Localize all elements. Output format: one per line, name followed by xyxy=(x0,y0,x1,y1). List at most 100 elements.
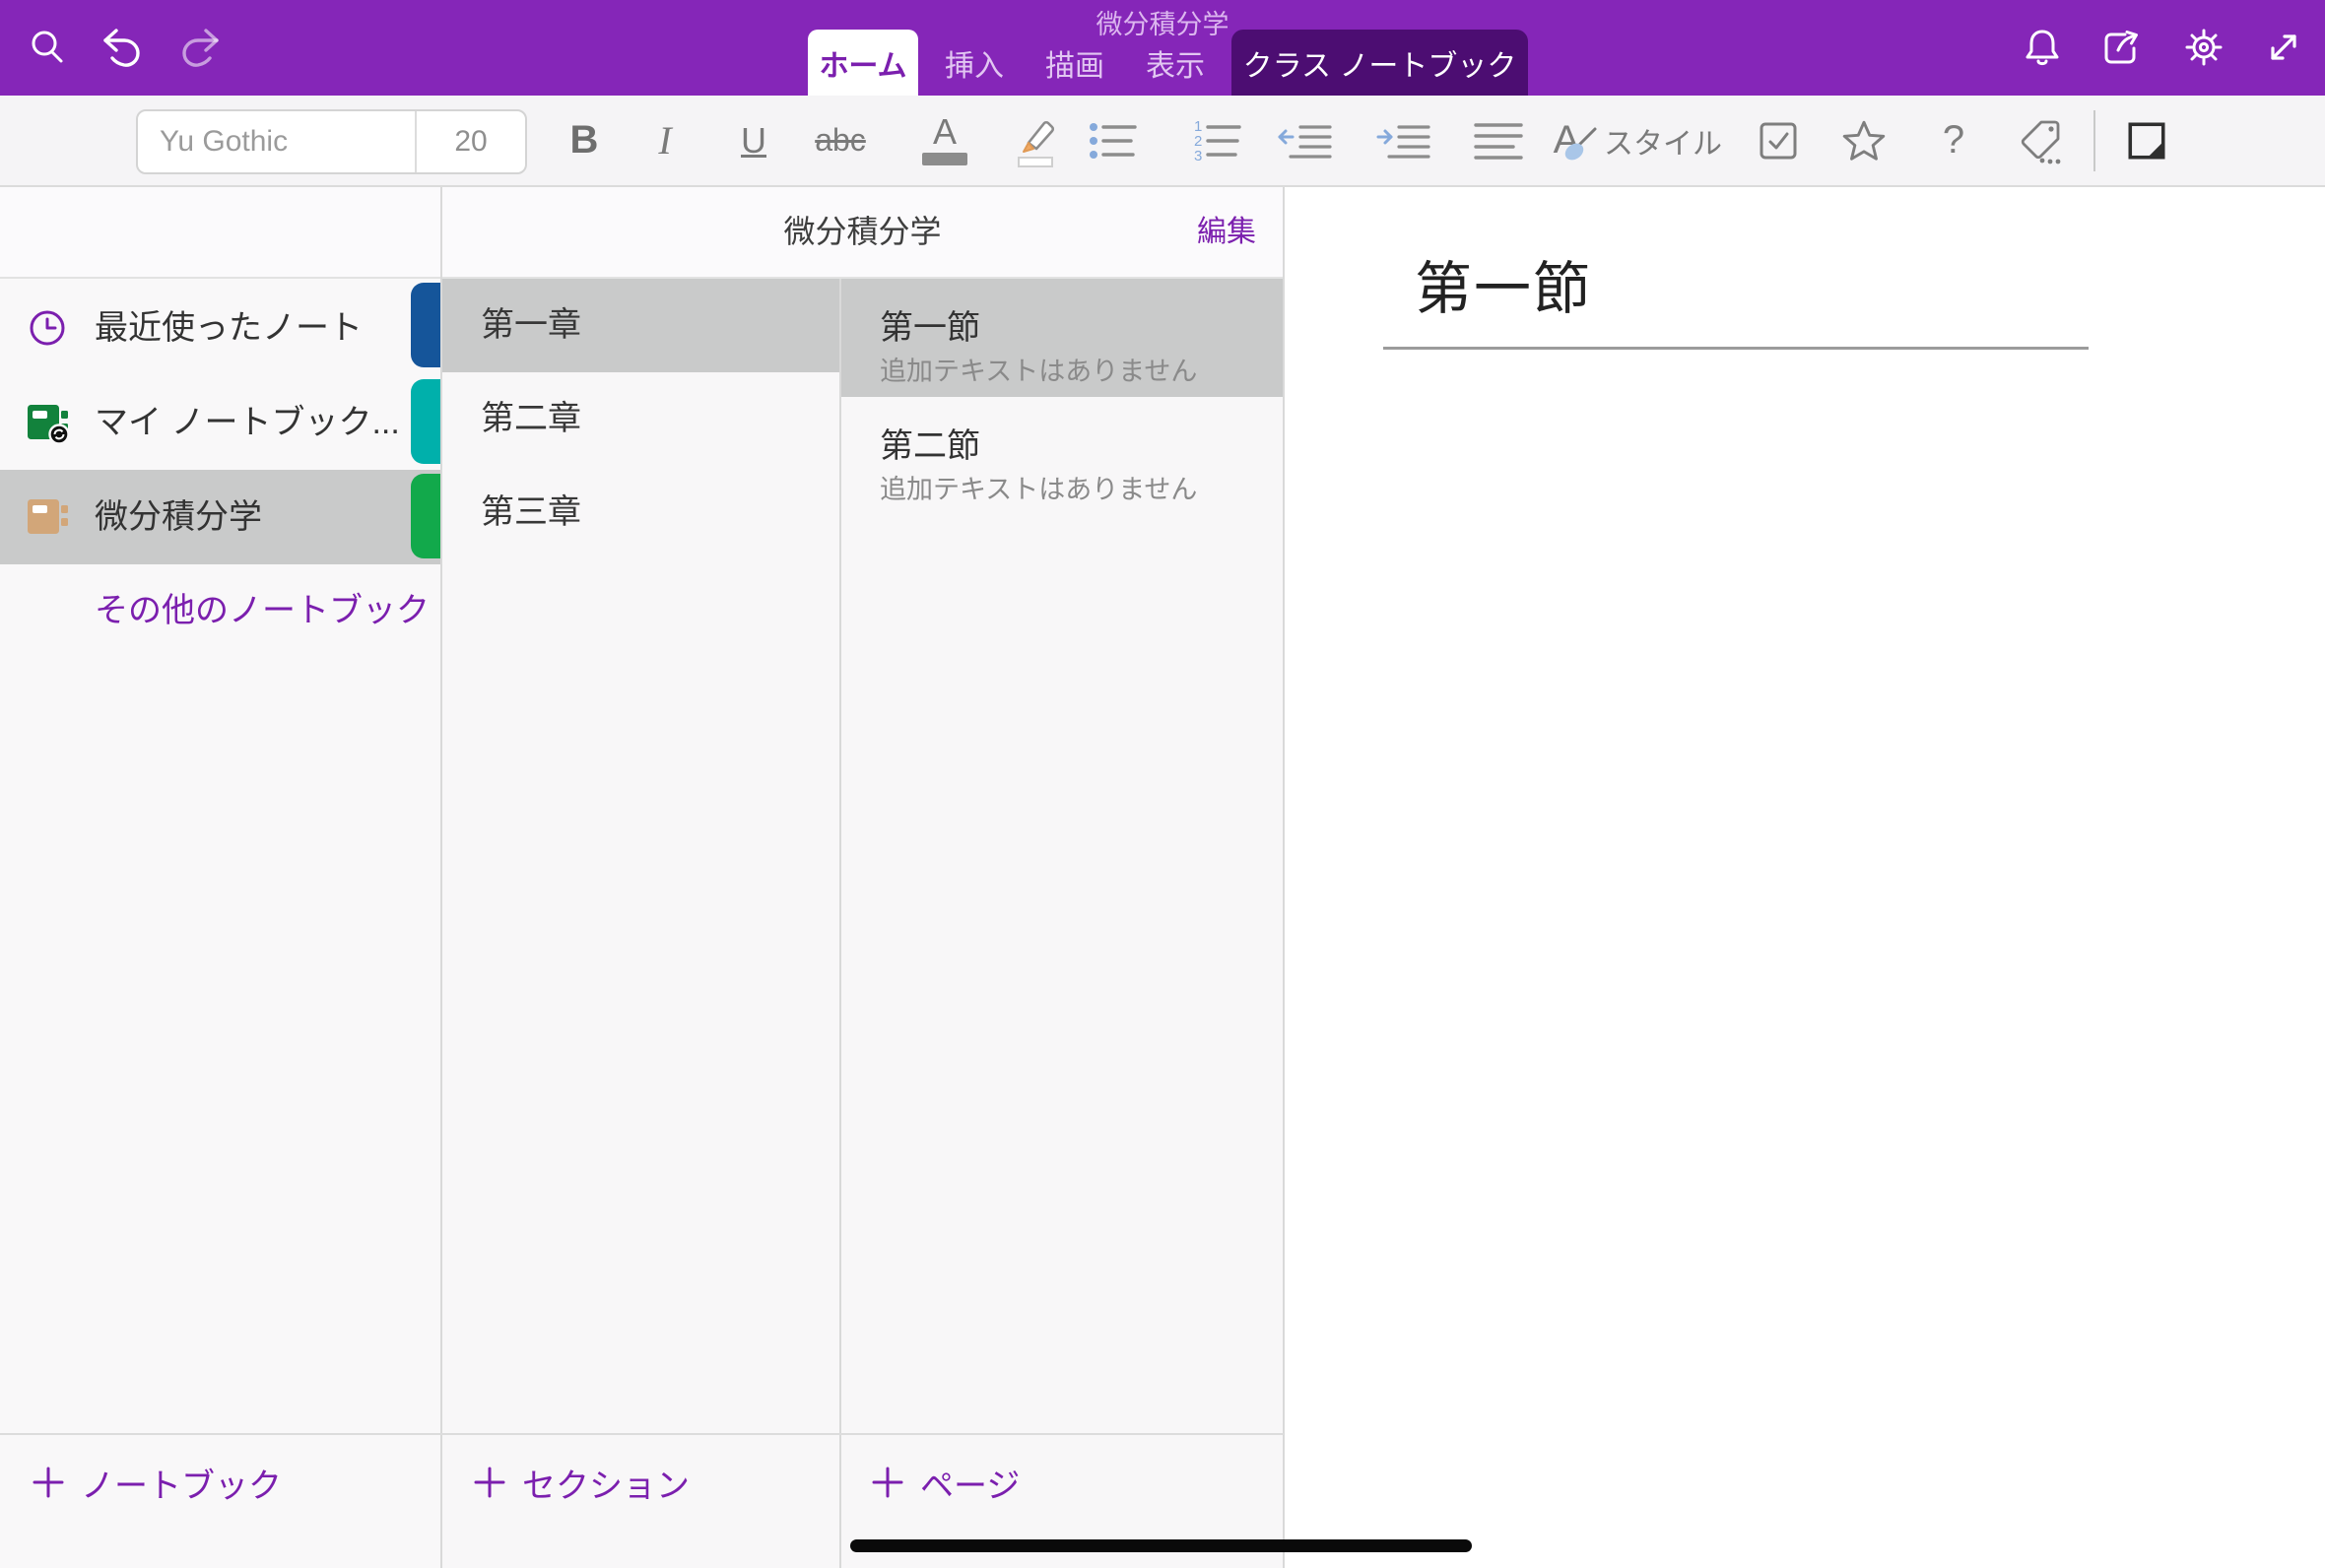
bullet-list-icon xyxy=(1088,119,1143,163)
sidebar-item-recent-notes[interactable]: 最近使ったノート xyxy=(0,281,441,375)
alignment-button[interactable] xyxy=(1456,96,1541,185)
tab-class-notebook-label: クラス ノートブック xyxy=(1243,41,1517,85)
sidebar-item-label: マイ ノートブック... xyxy=(95,375,400,470)
bullet-list-button[interactable] xyxy=(1073,96,1158,185)
section-item-chapter2[interactable]: 第二章 xyxy=(441,372,840,466)
page-item-section2[interactable]: 第二節 追加テキストはありません xyxy=(840,397,1284,515)
page-title-label: 第二節 xyxy=(880,419,980,467)
notifications-button[interactable] xyxy=(2008,13,2077,82)
outdent-icon xyxy=(1277,119,1334,163)
bottom-bar-divider xyxy=(0,1433,1284,1435)
share-icon xyxy=(2097,24,2145,71)
divider-sections-pages xyxy=(839,279,841,1568)
numbered-list-button[interactable]: 1 2 3 xyxy=(1177,96,1262,185)
fullscreen-button[interactable] xyxy=(2249,13,2318,82)
tab-view[interactable]: 表示 xyxy=(1143,30,1208,96)
brush-icon xyxy=(1559,126,1598,165)
question-glyph: ? xyxy=(1943,118,1964,163)
sidebar-item-my-notebook[interactable]: マイ ノートブック... xyxy=(0,375,441,470)
star-icon xyxy=(1839,116,1889,165)
page-subtitle-label: 追加テキストはありません xyxy=(880,468,1197,506)
font-color-button[interactable]: A xyxy=(902,96,987,185)
settings-button[interactable] xyxy=(2169,13,2238,82)
question-tag-button[interactable]: ? xyxy=(1911,96,1996,185)
share-button[interactable] xyxy=(2087,13,2156,82)
notebook-icon-green xyxy=(26,401,69,444)
more-notebooks-link[interactable]: その他のノートブック xyxy=(95,586,430,635)
add-section-label: セクション xyxy=(522,1459,690,1507)
font-size-value[interactable]: 20 xyxy=(417,125,525,159)
tab-home[interactable]: ホーム xyxy=(808,30,918,96)
section-label: 第三章 xyxy=(481,466,581,559)
styles-button[interactable]: A スタイル xyxy=(1543,96,1722,185)
tab-class-notebook[interactable]: クラス ノートブック xyxy=(1231,30,1528,96)
strikethrough-glyph: abc xyxy=(815,122,866,159)
onenote-app: 微分積分学 ホーム 挿入 xyxy=(0,0,2325,1568)
page-canvas-title[interactable]: 第一節 xyxy=(1415,242,1592,325)
indent-icon xyxy=(1375,119,1432,163)
add-page-label: ページ xyxy=(920,1459,1020,1507)
edit-button[interactable]: 編集 xyxy=(1158,187,1256,277)
page-title-underline xyxy=(1383,347,2089,350)
highlighter-button[interactable] xyxy=(992,96,1077,185)
tab-home-label: ホーム xyxy=(819,41,906,85)
important-tag-button[interactable] xyxy=(1822,96,1906,185)
section-item-chapter3[interactable]: 第三章 xyxy=(441,466,840,559)
outdent-button[interactable] xyxy=(1263,96,1348,185)
gear-icon xyxy=(2180,24,2227,71)
svg-text:3: 3 xyxy=(1194,148,1202,163)
add-page-button[interactable]: ページ xyxy=(870,1456,1020,1509)
redo-icon xyxy=(177,23,227,72)
page-panel-button[interactable] xyxy=(2104,96,2189,185)
add-section-button[interactable]: セクション xyxy=(472,1456,690,1509)
tab-view-label: 表示 xyxy=(1146,41,1205,85)
resize-diagonal-icon xyxy=(2260,24,2307,71)
notebook-color-tab-teal xyxy=(411,379,441,464)
notebook-color-tab-green xyxy=(411,474,441,558)
tab-insert-label: 挿入 xyxy=(945,41,1004,85)
font-name-value[interactable]: Yu Gothic xyxy=(138,125,415,159)
strikethrough-button[interactable]: abc xyxy=(798,96,883,185)
bell-icon xyxy=(2019,24,2066,71)
font-color-glyph: A xyxy=(933,115,957,149)
tab-draw[interactable]: 描画 xyxy=(1042,30,1107,96)
toolbar-divider xyxy=(2093,110,2095,171)
plus-icon xyxy=(472,1465,507,1500)
italic-button[interactable]: I xyxy=(623,96,707,185)
redo-button[interactable] xyxy=(167,13,236,82)
page-canvas[interactable] xyxy=(1284,187,2325,1568)
todo-tag-button[interactable] xyxy=(1736,96,1821,185)
tab-insert[interactable]: 挿入 xyxy=(942,30,1007,96)
checkbox-icon xyxy=(1757,119,1800,163)
highlighter-icon xyxy=(1006,112,1063,169)
font-picker[interactable]: Yu Gothic 20 xyxy=(136,109,527,174)
section-label: 第一章 xyxy=(481,279,581,372)
undo-button[interactable] xyxy=(86,13,155,82)
home-indicator[interactable] xyxy=(850,1539,1472,1552)
notebook-icon-tan xyxy=(26,495,69,539)
search-button[interactable] xyxy=(13,13,82,82)
add-notebook-button[interactable]: ノートブック xyxy=(31,1456,282,1509)
page-item-section1[interactable]: 第一節 追加テキストはありません xyxy=(840,279,1284,397)
divider-sidebar-sections xyxy=(440,187,442,1568)
section-label: 第二章 xyxy=(481,372,581,466)
styles-glyph: A xyxy=(1543,118,1590,163)
bold-button[interactable]: B xyxy=(542,96,627,185)
font-color-swatch xyxy=(922,153,967,165)
sidebar-item-calculus[interactable]: 微分積分学 xyxy=(0,470,441,564)
numbered-list-icon: 1 2 3 xyxy=(1192,118,1247,163)
underline-button[interactable]: U xyxy=(711,96,796,185)
page-corner-icon xyxy=(2124,118,2169,163)
add-notebook-label: ノートブック xyxy=(81,1459,282,1507)
indent-button[interactable] xyxy=(1362,96,1446,185)
italic-glyph: I xyxy=(658,117,671,163)
plus-icon xyxy=(870,1465,905,1500)
styles-label: スタイル xyxy=(1604,119,1722,163)
clock-icon xyxy=(26,306,69,350)
section-item-chapter1[interactable]: 第一章 xyxy=(441,279,840,372)
sidebar-item-label: 微分積分学 xyxy=(95,470,262,564)
plus-icon xyxy=(31,1465,66,1500)
bold-glyph: B xyxy=(570,118,599,163)
divider-pages-content xyxy=(1283,187,1285,1568)
more-tags-button[interactable] xyxy=(1998,96,2083,185)
